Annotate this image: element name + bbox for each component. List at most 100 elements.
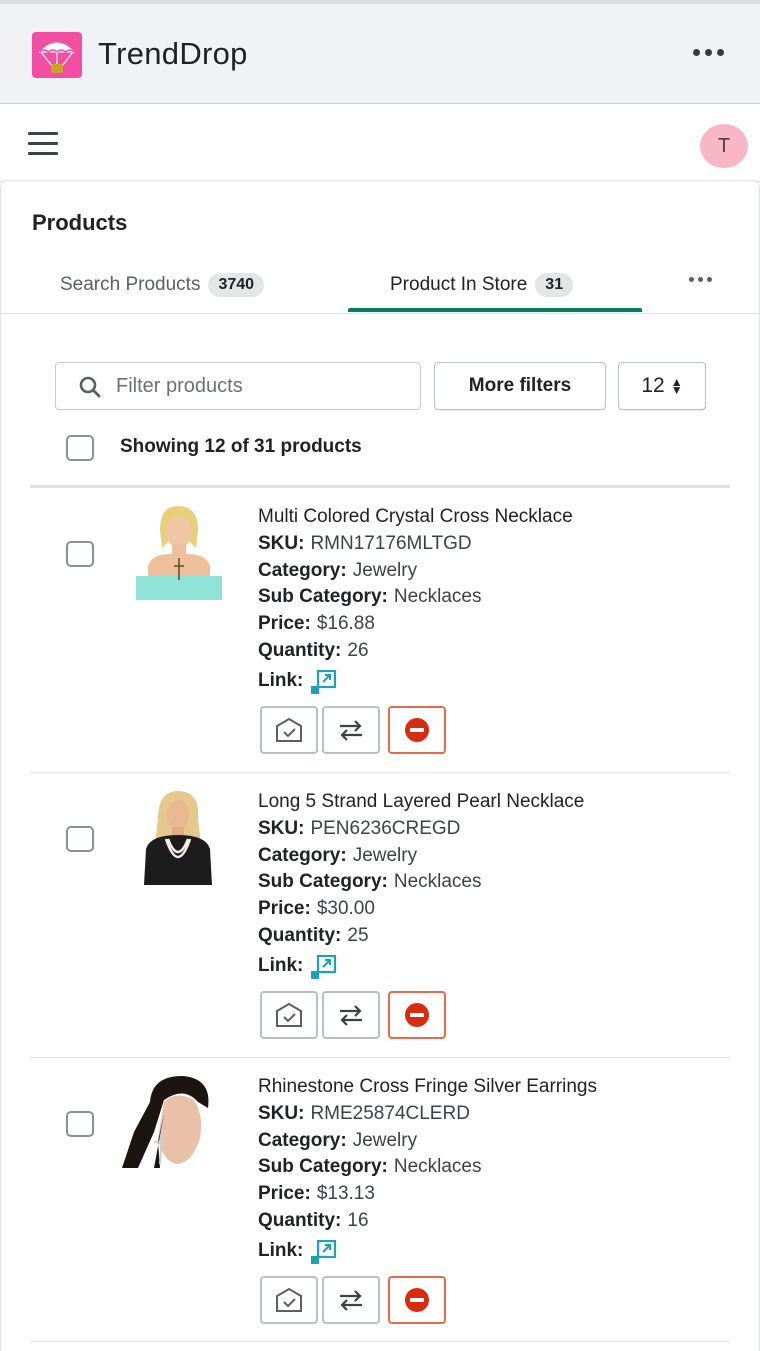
swap-arrows-icon — [340, 1290, 362, 1311]
active-tab-indicator — [348, 308, 642, 312]
product-checkbox[interactable] — [66, 541, 94, 567]
product-price: Price: $16.88 — [258, 613, 375, 635]
external-link-icon[interactable] — [311, 955, 337, 979]
store-check-icon — [276, 717, 302, 742]
product-price: Price: $30.00 — [258, 898, 375, 920]
product-link: Link: — [258, 670, 309, 692]
category-label: Category: — [258, 845, 347, 866]
product-quantity: Quantity: 25 — [258, 925, 369, 947]
product-tabs: Search Products 3740 Product In Store 31 — [0, 252, 760, 314]
remove-button[interactable] — [388, 1276, 446, 1324]
filter-products-field[interactable] — [55, 362, 421, 410]
sub-category-label: Sub Category: — [258, 1156, 388, 1177]
sku-label: SKU: — [258, 1103, 305, 1124]
external-link-icon[interactable] — [311, 1240, 337, 1264]
store-check-icon — [276, 1287, 302, 1312]
sku-label: SKU: — [258, 818, 305, 839]
store-sync-button[interactable] — [260, 991, 318, 1039]
quantity-value: 25 — [347, 925, 369, 946]
showing-count-text: Showing 12 of 31 products — [120, 436, 362, 457]
product-quantity: Quantity: 26 — [258, 640, 369, 662]
tab-search-products[interactable]: Search Products 3740 — [60, 262, 265, 308]
product-image — [126, 500, 230, 600]
user-avatar[interactable]: T — [700, 124, 748, 168]
select-arrows-icon: ▲ ▼ — [670, 375, 683, 397]
product-title: Multi Colored Crystal Cross Necklace — [258, 506, 573, 527]
product-image — [126, 785, 230, 885]
product-quantity: Quantity: 16 — [258, 1210, 369, 1232]
app-more-menu-icon[interactable] — [686, 34, 730, 70]
hamburger-menu-icon[interactable] — [26, 130, 60, 158]
product-sub-category: Sub Category: Necklaces — [258, 1156, 482, 1178]
product-checkbox[interactable] — [66, 826, 94, 852]
quantity-value: 26 — [347, 640, 369, 661]
category-label: Category: — [258, 560, 347, 581]
filter-products-input[interactable] — [116, 371, 406, 401]
sku-value: RME25874CLERD — [310, 1103, 470, 1124]
sku-label: SKU: — [258, 533, 305, 554]
tab-label: Product In Store — [390, 274, 528, 295]
price-label: Price: — [258, 613, 311, 634]
select-all-checkbox[interactable] — [66, 435, 94, 461]
search-icon — [79, 376, 101, 398]
swap-arrows-icon — [340, 1005, 362, 1026]
store-sync-button[interactable] — [260, 1276, 318, 1324]
price-value: $30.00 — [316, 898, 375, 919]
sku-value: PEN6236CREGD — [310, 818, 461, 839]
product-sku: SKU: PEN6236CREGD — [258, 818, 460, 840]
quantity-value: 16 — [347, 1210, 369, 1231]
swap-button[interactable] — [322, 991, 380, 1039]
row-divider — [30, 1057, 730, 1058]
more-filters-button[interactable]: More filters — [434, 362, 606, 410]
swap-button[interactable] — [322, 1276, 380, 1324]
sub-category-value: Necklaces — [393, 1156, 482, 1177]
product-category: Category: Jewelry — [258, 560, 417, 582]
product-sub-category: Sub Category: Necklaces — [258, 586, 482, 608]
remove-icon — [405, 1288, 429, 1312]
tabs-more-icon[interactable] — [680, 266, 720, 292]
per-page-select[interactable]: 12 ▲ ▼ — [618, 362, 706, 410]
app-title: TrendDrop — [98, 36, 248, 71]
list-divider — [30, 485, 730, 488]
product-sku: SKU: RMN17176MLTGD — [258, 533, 472, 555]
tab-label: Search Products — [60, 274, 201, 295]
price-label: Price: — [258, 898, 311, 919]
category-value: Jewelry — [352, 845, 418, 866]
top-nav: T — [0, 104, 760, 182]
tab-product-in-store[interactable]: Product In Store 31 — [390, 262, 574, 308]
row-divider — [30, 772, 730, 773]
tab-count-badge: 3740 — [208, 273, 265, 297]
swap-button[interactable] — [322, 706, 380, 754]
product-title: Rhinestone Cross Fringe Silver Earrings — [258, 1076, 597, 1097]
product-sub-category: Sub Category: Necklaces — [258, 871, 482, 893]
remove-icon — [405, 1003, 429, 1027]
remove-button[interactable] — [388, 706, 446, 754]
category-value: Jewelry — [352, 560, 418, 581]
sub-category-label: Sub Category: — [258, 871, 388, 892]
trenddrop-logo — [32, 32, 82, 78]
remove-button[interactable] — [388, 991, 446, 1039]
product-image — [120, 1072, 224, 1172]
link-label: Link: — [258, 670, 304, 691]
sub-category-value: Necklaces — [393, 871, 482, 892]
link-label: Link: — [258, 955, 304, 976]
product-link: Link: — [258, 955, 309, 977]
quantity-label: Quantity: — [258, 925, 342, 946]
product-title: Long 5 Strand Layered Pearl Necklace — [258, 791, 585, 812]
remove-icon — [405, 718, 429, 742]
sub-category-label: Sub Category: — [258, 586, 388, 607]
store-sync-button[interactable] — [260, 706, 318, 754]
page-title: Products — [32, 210, 128, 235]
external-link-icon[interactable] — [311, 670, 337, 694]
tab-count-badge: 31 — [535, 273, 574, 297]
product-price: Price: $13.13 — [258, 1183, 375, 1205]
product-link: Link: — [258, 1240, 309, 1262]
product-sku: SKU: RME25874CLERD — [258, 1103, 470, 1125]
product-checkbox[interactable] — [66, 1111, 94, 1137]
row-divider — [30, 1341, 730, 1342]
price-value: $16.88 — [316, 613, 375, 634]
per-page-value: 12 — [641, 374, 665, 397]
sub-category-value: Necklaces — [393, 586, 482, 607]
price-label: Price: — [258, 1183, 311, 1204]
product-category: Category: Jewelry — [258, 845, 417, 867]
